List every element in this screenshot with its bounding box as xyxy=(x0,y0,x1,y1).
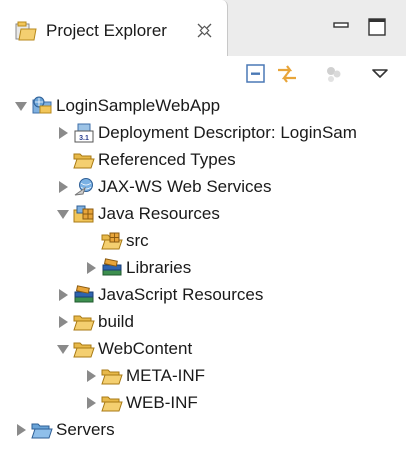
expand-toggle-right-icon[interactable] xyxy=(56,315,70,329)
tree-item-label: JAX-WS Web Services xyxy=(98,176,272,196)
view-toolbar xyxy=(0,56,406,92)
tab-title: Project Explorer xyxy=(46,21,167,40)
tree-item-label: Servers xyxy=(56,419,115,439)
tree-item-label: LoginSampleWebApp xyxy=(56,95,221,115)
folder-open-icon xyxy=(73,150,95,170)
javascript-resources-icon xyxy=(73,284,95,305)
expand-toggle-right-icon[interactable] xyxy=(56,180,70,194)
view-tab-strip: Project Explorer xyxy=(0,0,406,57)
folder-icon xyxy=(101,366,123,386)
view-menu-icon[interactable] xyxy=(368,62,392,86)
tree-item-libraries[interactable]: Libraries xyxy=(84,254,191,281)
tree-item-meta-inf[interactable]: META-INF xyxy=(84,362,205,389)
tree-item-label: WebContent xyxy=(98,338,193,358)
maximize-icon[interactable] xyxy=(364,14,390,40)
minimize-icon[interactable] xyxy=(328,14,354,40)
project-explorer-icon xyxy=(14,20,38,42)
tree-item-label: Libraries xyxy=(126,257,192,277)
collapse-all-icon[interactable] xyxy=(244,62,268,86)
tree-item-webcontent[interactable]: WebContent xyxy=(56,335,192,362)
expand-toggle-down-icon[interactable] xyxy=(56,342,70,356)
folder-icon xyxy=(101,393,123,413)
tree-item-project[interactable]: LoginSampleWebApp xyxy=(14,92,220,119)
tree-item-referenced-types[interactable]: Referenced Types xyxy=(56,146,236,173)
tree-item-jaxws[interactable]: JAX-WS Web Services xyxy=(56,173,272,200)
java-resources-icon xyxy=(73,204,95,224)
web-project-icon xyxy=(31,96,53,116)
folder-open-icon xyxy=(73,339,95,359)
expand-toggle-right-icon[interactable] xyxy=(84,261,98,275)
tree-item-label: WEB-INF xyxy=(126,392,198,412)
source-folder-icon xyxy=(101,231,123,251)
tree-item-label: build xyxy=(98,311,134,331)
tree-item-java-resources[interactable]: Java Resources xyxy=(56,200,220,227)
deployment-descriptor-icon: 3.1 xyxy=(73,123,95,143)
tree-item-label: JavaScript Resources xyxy=(98,284,264,304)
tree-item-deployment-descriptor[interactable]: 3.1 Deployment Descriptor: LoginSam xyxy=(56,119,357,146)
tree-item-label: Java Resources xyxy=(98,203,220,223)
link-with-editor-icon[interactable] xyxy=(275,62,299,86)
expand-toggle-down-icon[interactable] xyxy=(56,207,70,221)
web-services-icon xyxy=(73,177,95,197)
expand-toggle-right-icon[interactable] xyxy=(56,126,70,140)
tree-item-src[interactable]: src xyxy=(84,227,149,254)
expand-toggle-right-icon[interactable] xyxy=(84,396,98,410)
servers-folder-icon xyxy=(31,420,53,440)
tree-item-web-inf[interactable]: WEB-INF xyxy=(84,389,198,416)
expand-toggle-right-icon[interactable] xyxy=(84,369,98,383)
expand-toggle-down-icon[interactable] xyxy=(14,99,28,113)
expand-toggle-right-icon[interactable] xyxy=(56,288,70,302)
folder-icon xyxy=(73,312,95,332)
close-icon[interactable] xyxy=(196,22,213,39)
filters-icon[interactable] xyxy=(322,62,346,86)
tree-item-servers[interactable]: Servers xyxy=(14,416,115,443)
tree-item-javascript-resources[interactable]: JavaScript Resources xyxy=(56,281,263,308)
tree-item-build[interactable]: build xyxy=(56,308,134,335)
tab-project-explorer[interactable]: Project Explorer xyxy=(0,0,228,56)
libraries-icon xyxy=(101,257,123,278)
tree-item-label: Referenced Types xyxy=(98,149,236,169)
tree-item-label: Deployment Descriptor: LoginSam xyxy=(98,122,357,142)
expand-toggle-right-icon[interactable] xyxy=(14,423,28,437)
tree-item-label: META-INF xyxy=(126,365,206,385)
svg-text:3.1: 3.1 xyxy=(79,135,89,142)
project-tree: LoginSampleWebApp 3.1 Deployment Descrip… xyxy=(0,92,406,462)
tree-item-label: src xyxy=(126,230,149,250)
